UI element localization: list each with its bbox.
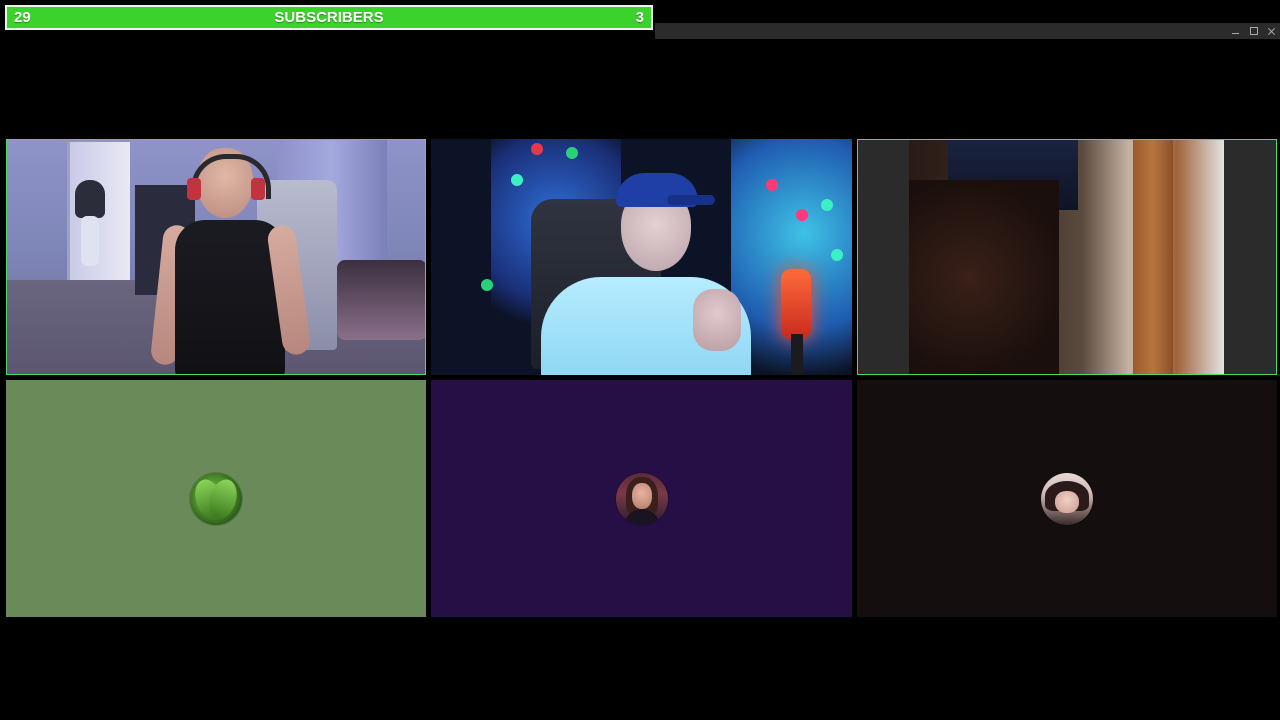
video-content — [511, 174, 523, 186]
participant-video-feed — [7, 140, 425, 374]
video-content — [821, 199, 833, 211]
participant-video-tile-1[interactable] — [6, 139, 426, 375]
participant-avatar-tile-5[interactable] — [431, 380, 852, 617]
leaf-avatar-icon — [190, 472, 242, 525]
participant-video-tile-3[interactable] — [857, 139, 1277, 375]
video-content — [791, 334, 803, 375]
video-content — [251, 178, 265, 200]
video-content — [566, 147, 578, 159]
video-content — [187, 178, 201, 200]
close-icon[interactable] — [1267, 27, 1276, 36]
video-content — [909, 180, 1059, 374]
participant-video-tile-2[interactable] — [431, 139, 852, 375]
video-content — [766, 179, 778, 191]
participant-avatar-tile-6[interactable] — [857, 380, 1277, 617]
user-avatar-icon — [1041, 472, 1093, 525]
video-content — [667, 195, 715, 205]
goal-target-count: 3 — [635, 9, 644, 26]
user-avatar-icon — [615, 472, 668, 525]
video-content — [1133, 140, 1173, 374]
video-content — [75, 180, 105, 218]
video-content — [531, 143, 543, 155]
video-content — [796, 209, 808, 221]
participant-video-feed — [431, 139, 852, 375]
minimize-icon[interactable] — [1231, 27, 1240, 36]
goal-title: SUBSCRIBERS — [274, 9, 384, 26]
window-title-strip — [655, 23, 1280, 39]
video-content — [781, 269, 811, 339]
video-content — [831, 249, 843, 261]
video-content — [481, 279, 493, 291]
goal-current-count: 29 — [14, 9, 31, 26]
participant-video-feed — [858, 140, 1276, 374]
stream-canvas: 29 SUBSCRIBERS 3 — [0, 0, 1280, 720]
participant-avatar-tile-4[interactable] — [6, 380, 426, 617]
subscriber-goal-bar: 29 SUBSCRIBERS 3 — [5, 5, 653, 30]
video-content — [337, 260, 425, 340]
video-content — [81, 216, 99, 266]
window-controls — [1231, 23, 1276, 39]
maximize-icon[interactable] — [1249, 27, 1258, 36]
video-content — [693, 289, 741, 351]
